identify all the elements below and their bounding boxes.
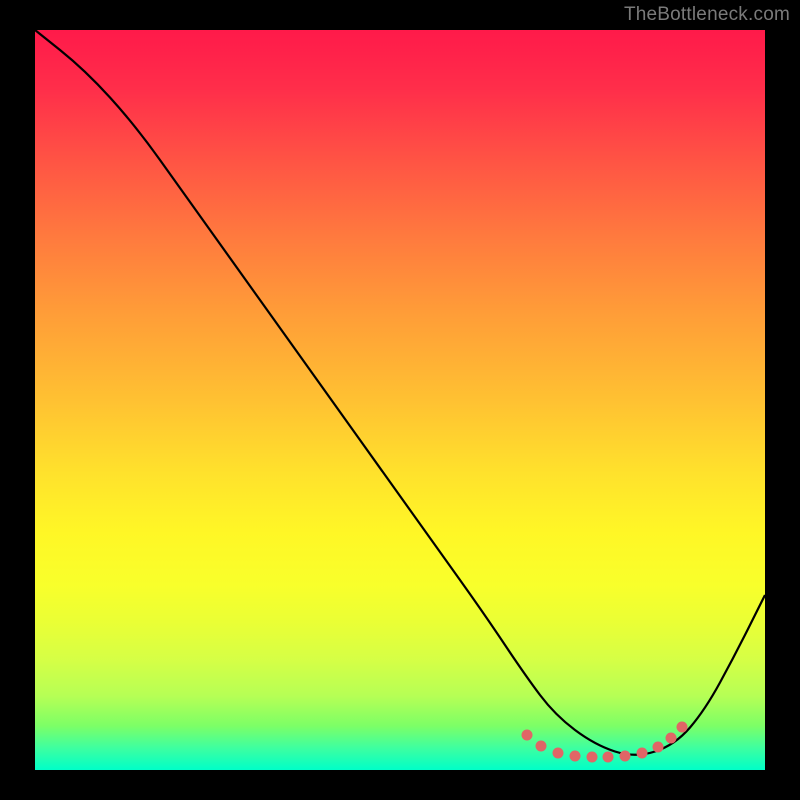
marker-dot <box>553 748 564 759</box>
attribution-text: TheBottleneck.com <box>624 4 790 26</box>
chart-svg <box>35 30 765 770</box>
chart-container: TheBottleneck.com <box>0 0 800 800</box>
marker-dot <box>536 741 547 752</box>
marker-dot <box>666 733 677 744</box>
marker-dot <box>637 748 648 759</box>
marker-dot <box>653 742 664 753</box>
bottleneck-curve <box>35 30 765 755</box>
marker-dot <box>603 752 614 763</box>
optimal-range-markers <box>522 722 688 763</box>
marker-dot <box>620 751 631 762</box>
marker-dot <box>522 730 533 741</box>
marker-dot <box>677 722 688 733</box>
marker-dot <box>570 751 581 762</box>
marker-dot <box>587 752 598 763</box>
